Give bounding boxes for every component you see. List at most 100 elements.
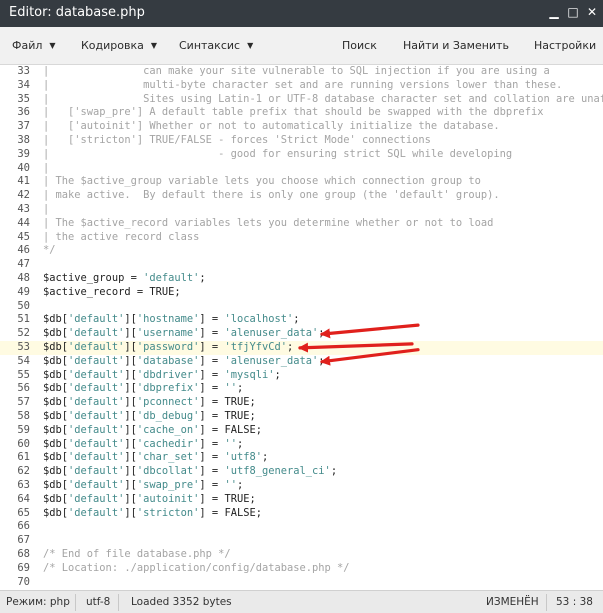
code-line[interactable]: 37 | ['autoinit'] Whether or not to autom… xyxy=(0,120,603,134)
line-number: 59 xyxy=(17,423,30,436)
code-line[interactable]: 58 $db['default']['db_debug'] = TRUE; xyxy=(0,410,603,424)
code-text: $db['default']['password'] = 'tfjYfvCd'; xyxy=(43,341,293,355)
line-number: 54 xyxy=(17,354,30,367)
minimize-icon[interactable]: ▁ xyxy=(545,2,563,22)
menu-encoding[interactable]: Кодировка ▼ xyxy=(81,39,157,52)
code-variable: $db[ xyxy=(43,341,69,353)
code-line[interactable]: 65 $db['default']['stricton'] = FALSE; xyxy=(0,507,603,521)
code-key: 'default' xyxy=(68,368,125,381)
code-line[interactable]: 50 xyxy=(0,300,603,314)
line-number: 44 xyxy=(17,216,30,229)
menu-search[interactable]: Поиск xyxy=(342,39,377,52)
status-divider xyxy=(118,594,119,611)
code-line[interactable]: 62 $db['default']['dbcollat'] = 'utf8_gen… xyxy=(0,465,603,479)
code-line[interactable]: 56 $db['default']['dbprefix'] = ''; xyxy=(0,382,603,396)
line-number: 34 xyxy=(17,78,30,91)
code-bracket: ][ xyxy=(124,492,137,505)
code-semicolon: ; xyxy=(249,410,256,422)
code-value: 'mysqli' xyxy=(224,368,275,381)
code-text: | ['stricton'] TRUE/FALSE - forces 'Stri… xyxy=(43,134,431,146)
code-line[interactable]: 41 | The $active_group variable lets you … xyxy=(0,175,603,189)
code-line[interactable]: 47 xyxy=(0,258,603,272)
menu-settings[interactable]: Настройки xyxy=(534,39,596,52)
code-variable: $db[ xyxy=(43,368,69,381)
code-line[interactable]: 36 | ['swap_pre'] A default table prefix … xyxy=(0,106,603,120)
code-line[interactable]: 52 $db['default']['username'] = 'alenuser… xyxy=(0,327,603,341)
code-line[interactable]: 45 | the active record class xyxy=(0,231,603,245)
line-number: 57 xyxy=(17,396,30,409)
line-number: 40 xyxy=(17,161,30,174)
status-encoding[interactable]: utf-8 xyxy=(86,596,110,608)
code-editor[interactable]: 33 | can make your site vulnerable to SQL… xyxy=(0,65,603,590)
code-text: | xyxy=(43,161,50,174)
code-line[interactable]: 38 | ['stricton'] TRUE/FALSE - forces 'St… xyxy=(0,134,603,148)
menu-find-replace[interactable]: Найти и Заменить xyxy=(403,39,509,52)
status-mode[interactable]: Режим: php xyxy=(6,596,70,608)
code-line[interactable]: 46 */ xyxy=(0,244,603,258)
maximize-icon[interactable]: □ xyxy=(564,2,582,22)
code-semicolon: ; xyxy=(199,272,206,284)
code-variable: $db[ xyxy=(43,451,69,464)
line-number: 41 xyxy=(17,175,30,188)
code-line[interactable]: 43 | xyxy=(0,203,603,217)
code-bracket: ][ xyxy=(124,327,137,340)
code-line[interactable]: 59 $db['default']['cache_on'] = FALSE; xyxy=(0,424,603,438)
code-text: $active_group = 'default'; xyxy=(43,272,206,286)
code-line[interactable]: 64 $db['default']['autoinit'] = TRUE; xyxy=(0,493,603,507)
code-line[interactable]: 40 | xyxy=(0,162,603,176)
code-line[interactable]: 34 | multi-byte character set and are run… xyxy=(0,79,603,93)
code-key: 'default' xyxy=(68,396,125,409)
code-line[interactable]: 54 $db['default']['database'] = 'alenuser… xyxy=(0,355,603,369)
code-key: 'dbprefix' xyxy=(136,382,200,395)
code-text: | multi-byte character set and are runni… xyxy=(43,78,563,91)
code-value: '' xyxy=(224,437,237,450)
line-number: 48 xyxy=(17,272,30,284)
code-operator: ] = xyxy=(199,451,225,464)
code-operator: ] = xyxy=(199,410,225,422)
line-number: 63 xyxy=(17,479,30,491)
code-line[interactable]: 67 xyxy=(0,534,603,548)
code-value: 'utf8' xyxy=(224,451,262,464)
code-line[interactable]: 57 $db['default']['pconnect'] = TRUE; xyxy=(0,396,603,410)
line-number: 42 xyxy=(17,189,30,202)
line-number: 65 xyxy=(17,506,30,519)
code-line[interactable]: 48 $active_group = 'default'; xyxy=(0,272,603,286)
code-line[interactable]: 33 | can make your site vulnerable to SQL… xyxy=(0,65,603,79)
code-line[interactable]: 49 $active_record = TRUE; xyxy=(0,286,603,300)
menu-syntax[interactable]: Синтаксис ▼ xyxy=(179,39,253,52)
code-bracket: ][ xyxy=(124,396,137,409)
code-line[interactable]: 68 /* End of file database.php */ xyxy=(0,548,603,562)
code-semicolon: ; xyxy=(287,341,294,353)
code-line[interactable]: 51 $db['default']['hostname'] = 'localhos… xyxy=(0,313,603,327)
code-line[interactable]: 39 | - good for ensuring strict SQL while… xyxy=(0,148,603,162)
code-semicolon: ; xyxy=(236,479,244,491)
close-icon[interactable]: ✕ xyxy=(583,2,601,22)
code-key: 'autoinit' xyxy=(136,492,200,505)
menu-file[interactable]: Файл ▼ xyxy=(12,39,56,52)
code-text: $db['default']['pconnect'] = TRUE; xyxy=(43,396,256,410)
code-variable: $db[ xyxy=(43,354,69,367)
line-number: 43 xyxy=(17,203,30,215)
code-key: 'default' xyxy=(68,423,125,436)
code-variable: $db[ xyxy=(43,423,69,436)
line-number: 58 xyxy=(17,410,30,422)
code-text: | ['swap_pre'] A default table prefix th… xyxy=(43,106,544,119)
code-line[interactable]: 44 | The $active_record variables lets yo… xyxy=(0,217,603,231)
code-line[interactable]: 70 xyxy=(0,576,603,590)
code-line[interactable]: 69 /* Location: ./application/config/data… xyxy=(0,562,603,576)
code-variable: $db[ xyxy=(43,327,69,340)
code-line[interactable]: 63 $db['default']['swap_pre'] = ''; xyxy=(0,479,603,493)
code-text: /* End of file database.php */ xyxy=(43,548,231,560)
code-operator: = xyxy=(124,272,144,284)
code-semicolon: ; xyxy=(293,313,300,326)
code-line[interactable]: 35 | Sites using Latin-1 or UTF-8 databas… xyxy=(0,93,603,107)
code-line[interactable]: 60 $db['default']['cachedir'] = ''; xyxy=(0,438,603,452)
code-text: $db['default']['autoinit'] = TRUE; xyxy=(43,493,256,507)
code-line[interactable]: 53 $db['default']['password'] = 'tfjYfvCd… xyxy=(0,341,603,355)
code-line[interactable]: 55 $db['default']['dbdriver'] = 'mysqli'; xyxy=(0,369,603,383)
code-line[interactable]: 61 $db['default']['char_set'] = 'utf8'; xyxy=(0,451,603,465)
code-bracket: ][ xyxy=(124,354,137,367)
line-number: 52 xyxy=(17,327,30,340)
code-line[interactable]: 42 | make active. By default there is onl… xyxy=(0,189,603,203)
code-line[interactable]: 66 xyxy=(0,520,603,534)
